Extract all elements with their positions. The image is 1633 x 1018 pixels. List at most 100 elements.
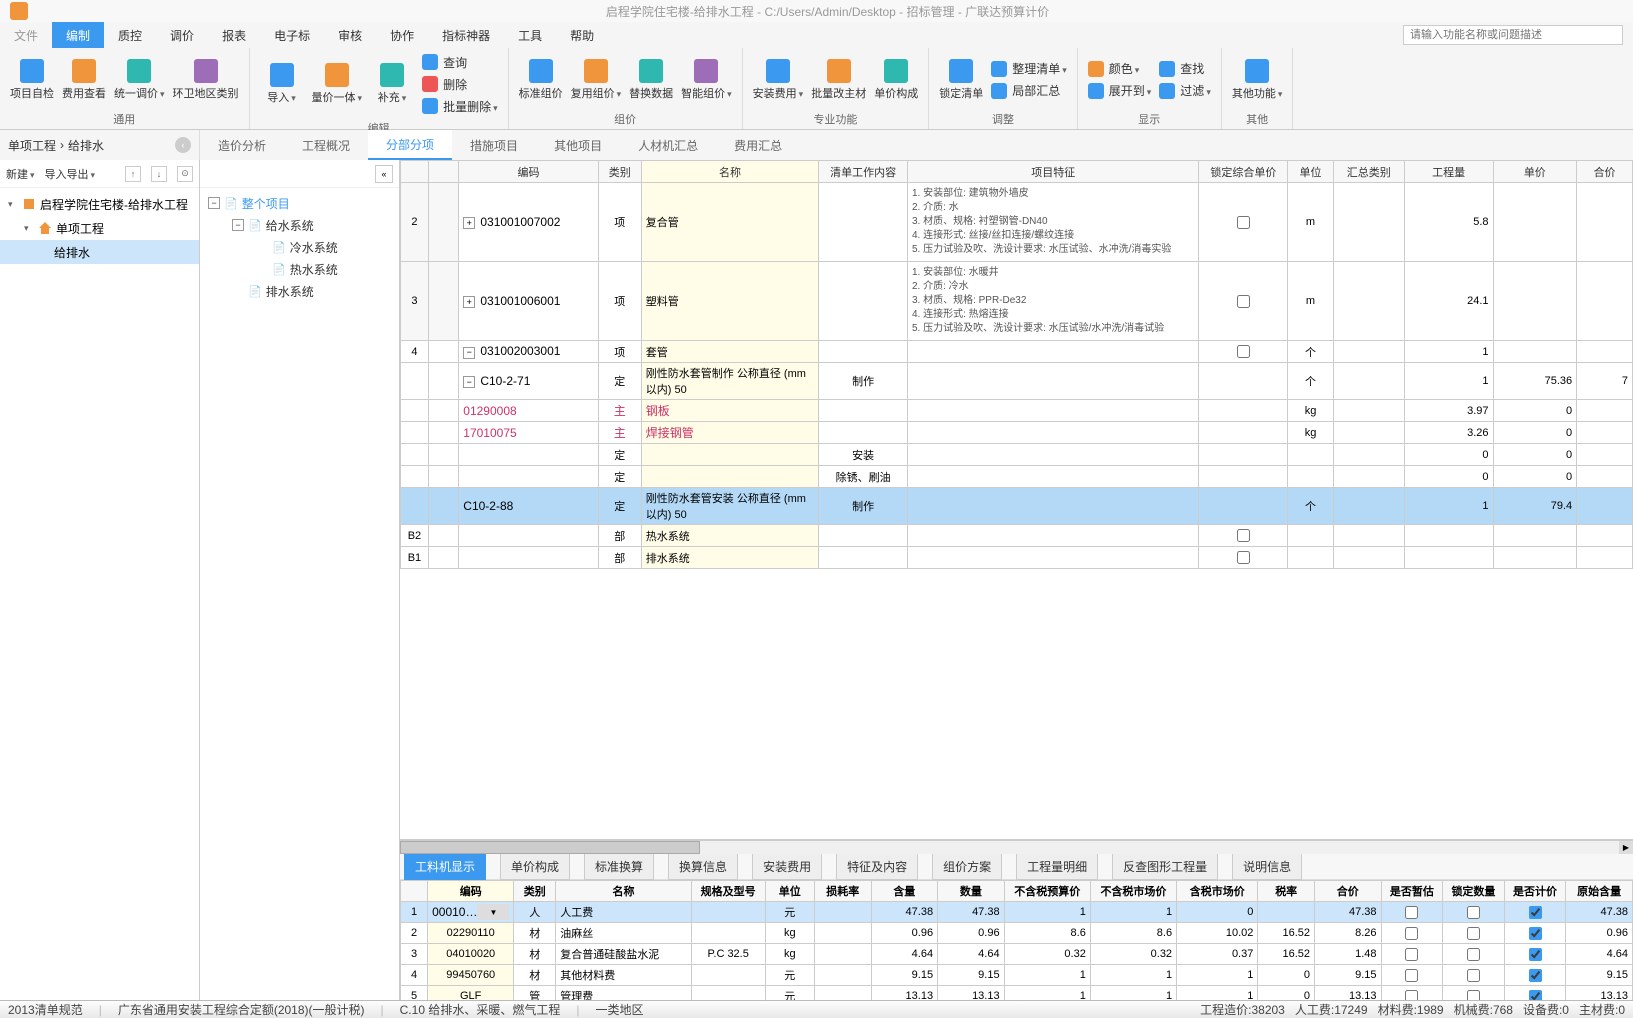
cell[interactable]: 0.32 xyxy=(1004,944,1090,965)
cell[interactable]: 个 xyxy=(1288,363,1334,400)
ribbon-button[interactable]: 补充 xyxy=(370,63,414,105)
cell[interactable]: 9.15 xyxy=(1315,965,1382,986)
breadcrumb-back-icon[interactable]: ‹ xyxy=(175,137,191,153)
cell[interactable]: 个 xyxy=(1288,488,1334,525)
cell[interactable]: 02290110 xyxy=(428,923,514,944)
cell[interactable] xyxy=(428,444,458,466)
main-grid-wrap[interactable]: 编码类别名称清单工作内容项目特征锁定综合单价单位汇总类别工程量单价合价 2+ 0… xyxy=(400,160,1633,840)
cell[interactable] xyxy=(401,444,429,466)
cell[interactable]: 47.38 xyxy=(938,902,1005,923)
menu-tab[interactable]: 指标神器 xyxy=(428,22,504,48)
new-button[interactable]: 新建 xyxy=(6,166,35,182)
table-row[interactable]: 5GLF管管理费元13.1313.13111013.1313.13 xyxy=(401,986,1633,1001)
cell[interactable] xyxy=(1381,986,1443,1001)
cell[interactable]: 油麻丝 xyxy=(556,923,692,944)
column-header[interactable]: 锁定数量 xyxy=(1443,881,1505,902)
cell[interactable] xyxy=(1504,965,1566,986)
cell[interactable] xyxy=(1577,262,1633,341)
cell[interactable] xyxy=(459,444,598,466)
column-header[interactable]: 损耗率 xyxy=(814,881,871,902)
cell[interactable]: 3 xyxy=(401,262,429,341)
cell[interactable] xyxy=(428,488,458,525)
menu-tab[interactable]: 编制 xyxy=(52,22,104,48)
import-export-button[interactable]: 导入导出 xyxy=(45,166,96,182)
cell[interactable] xyxy=(1288,466,1334,488)
cell[interactable]: B1 xyxy=(401,547,429,569)
ribbon-button[interactable]: 查询 xyxy=(422,52,498,72)
column-header[interactable]: 汇总类别 xyxy=(1333,161,1404,183)
cell[interactable]: 00010…▼ xyxy=(428,902,514,923)
cell[interactable]: 5.8 xyxy=(1404,183,1493,262)
search-input[interactable] xyxy=(1403,25,1623,45)
cell[interactable]: 刚性防水套管安装 公称直径 (mm以内) 50 xyxy=(641,488,818,525)
cell[interactable]: 1 xyxy=(1004,902,1090,923)
cell[interactable]: 1 xyxy=(1177,986,1258,1001)
cell[interactable] xyxy=(1404,547,1493,569)
cell[interactable] xyxy=(1577,422,1633,444)
cell[interactable]: 0 xyxy=(1177,902,1258,923)
cell[interactable] xyxy=(814,923,871,944)
column-header[interactable]: 不含税预算价 xyxy=(1004,881,1090,902)
nav-tree-item[interactable]: 给排水 xyxy=(0,240,199,264)
cell[interactable]: 1 xyxy=(1404,363,1493,400)
table-row[interactable]: B2部热水系统 xyxy=(401,525,1633,547)
cell[interactable] xyxy=(428,422,458,444)
nav-down-button[interactable]: ↓ xyxy=(151,166,167,182)
cell[interactable] xyxy=(1577,547,1633,569)
structure-tree-item[interactable]: −整个项目 xyxy=(200,192,399,214)
column-header[interactable]: 合价 xyxy=(1577,161,1633,183)
column-header[interactable]: 含量 xyxy=(871,881,938,902)
cell[interactable]: 管理费 xyxy=(556,986,692,1001)
cell[interactable]: 3 xyxy=(401,944,428,965)
cell[interactable] xyxy=(1504,944,1566,965)
cell[interactable] xyxy=(1504,902,1566,923)
cell[interactable] xyxy=(1381,902,1443,923)
ribbon-button[interactable]: 费用查看 xyxy=(62,59,106,101)
cell[interactable]: 9.15 xyxy=(1566,965,1633,986)
cell[interactable]: 安装 xyxy=(819,444,908,466)
cell[interactable]: 47.38 xyxy=(1315,902,1382,923)
column-header[interactable]: 单位 xyxy=(765,881,814,902)
ribbon-button[interactable]: 其他功能 xyxy=(1232,59,1283,101)
column-header[interactable]: 类别 xyxy=(598,161,641,183)
nav-tree-item[interactable]: ▾启程学院住宅楼-给排水工程 xyxy=(0,192,199,216)
cell[interactable]: 刚性防水套管制作 公称直径 (mm以内) 50 xyxy=(641,363,818,400)
cell[interactable] xyxy=(1333,525,1404,547)
h-scrollbar[interactable]: ◀ ▶ xyxy=(400,840,1633,854)
cell[interactable]: 人 xyxy=(514,902,556,923)
checkbox[interactable] xyxy=(1405,927,1418,940)
ribbon-button[interactable]: 量价一体 xyxy=(312,63,363,105)
cell[interactable] xyxy=(1443,965,1505,986)
cell[interactable] xyxy=(1333,183,1404,262)
cell[interactable]: 16.52 xyxy=(1258,923,1315,944)
bottom-tab[interactable]: 工料机显示 xyxy=(404,853,486,880)
cell[interactable]: 24.1 xyxy=(1404,262,1493,341)
column-header[interactable]: 编码 xyxy=(459,161,598,183)
cell[interactable]: 01290008 xyxy=(459,400,598,422)
cell[interactable] xyxy=(1504,923,1566,944)
breadcrumb-item[interactable]: 给排水 xyxy=(68,137,104,154)
ribbon-button[interactable]: 替换数据 xyxy=(629,59,673,101)
cell[interactable]: 元 xyxy=(765,902,814,923)
table-row[interactable]: 01290008主钢板kg3.970 xyxy=(401,400,1633,422)
cell[interactable]: 塑料管 xyxy=(641,262,818,341)
column-header[interactable]: 规格及型号 xyxy=(691,881,765,902)
checkbox[interactable] xyxy=(1529,906,1542,919)
column-header[interactable]: 含税市场价 xyxy=(1177,881,1258,902)
bottom-tab[interactable]: 反查图形工程量 xyxy=(1112,853,1218,880)
cell[interactable]: 定 xyxy=(598,444,641,466)
cell[interactable]: 4.64 xyxy=(871,944,938,965)
cell[interactable]: 17010075 xyxy=(459,422,598,444)
menu-tab[interactable]: 协作 xyxy=(376,22,428,48)
ribbon-button[interactable]: 锁定清单 xyxy=(939,59,983,101)
ribbon-button[interactable]: 局部汇总 xyxy=(991,81,1067,101)
column-header[interactable]: 名称 xyxy=(641,161,818,183)
expander-icon[interactable]: − xyxy=(232,219,244,231)
cell[interactable] xyxy=(1381,944,1443,965)
table-row[interactable]: 4− 031002003001项套管个1 xyxy=(401,341,1633,363)
cell[interactable]: 75.36 xyxy=(1493,363,1577,400)
cell[interactable] xyxy=(907,488,1199,525)
cell[interactable]: 0.32 xyxy=(1090,944,1176,965)
column-header[interactable]: 项目特征 xyxy=(907,161,1199,183)
cell[interactable]: 0 xyxy=(1493,466,1577,488)
